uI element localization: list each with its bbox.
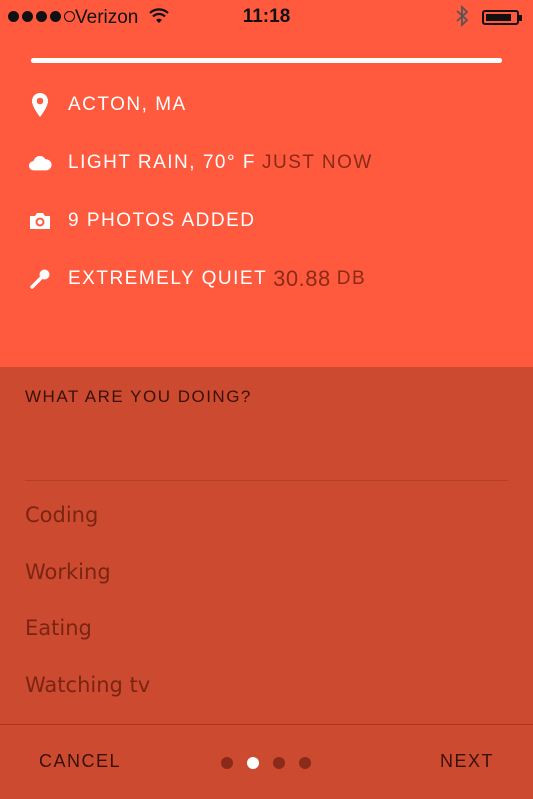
footer-divider [0, 724, 533, 725]
next-button[interactable]: NEXT [440, 751, 494, 772]
weather-row: LIGHT RAIN, 70° F JUST NOW [28, 145, 373, 181]
status-bar: Verizon 11:18 [0, 0, 533, 36]
battery-icon [482, 10, 522, 25]
cloud-icon [28, 149, 52, 177]
option-coding[interactable]: Coding [25, 503, 98, 527]
page-indicator [221, 757, 311, 769]
location-row: ACTON, MA [28, 87, 187, 123]
option-eating[interactable]: Eating [25, 616, 92, 640]
photos-text: 9 PHOTOS ADDED [68, 210, 256, 231]
battery-fill [486, 14, 511, 21]
microphone-icon [28, 265, 52, 293]
page-dot-2 [247, 757, 259, 769]
photos-row: 9 PHOTOS ADDED [28, 203, 255, 239]
camera-icon [28, 207, 52, 235]
page-dot-4 [299, 757, 311, 769]
location-text: ACTON, MA [68, 94, 187, 115]
weather-text: LIGHT RAIN, 70° F [68, 152, 256, 173]
bluetooth-icon [455, 4, 469, 33]
option-working[interactable]: Working [25, 560, 111, 584]
cancel-button[interactable]: CANCEL [39, 751, 121, 772]
noise-text: EXTREMELY QUIET [68, 268, 268, 289]
activity-panel: WHAT ARE YOU DOING? Coding Working Eatin… [0, 367, 533, 799]
page-dot-3 [273, 757, 285, 769]
progress-fill [31, 58, 502, 63]
divider [25, 480, 508, 481]
weather-time: JUST NOW [261, 152, 373, 173]
noise-value: 30.88 [273, 266, 331, 291]
noise-row: EXTREMELY QUIET 30.88 DB [28, 261, 366, 297]
page-dot-1 [221, 757, 233, 769]
noise-unit: DB [336, 268, 367, 289]
location-pin-icon [28, 91, 52, 119]
progress-bar [31, 58, 502, 63]
option-watching-tv[interactable]: Watching tv [25, 673, 150, 697]
clock: 11:18 [242, 6, 291, 27]
question-label: WHAT ARE YOU DOING? [25, 387, 252, 406]
